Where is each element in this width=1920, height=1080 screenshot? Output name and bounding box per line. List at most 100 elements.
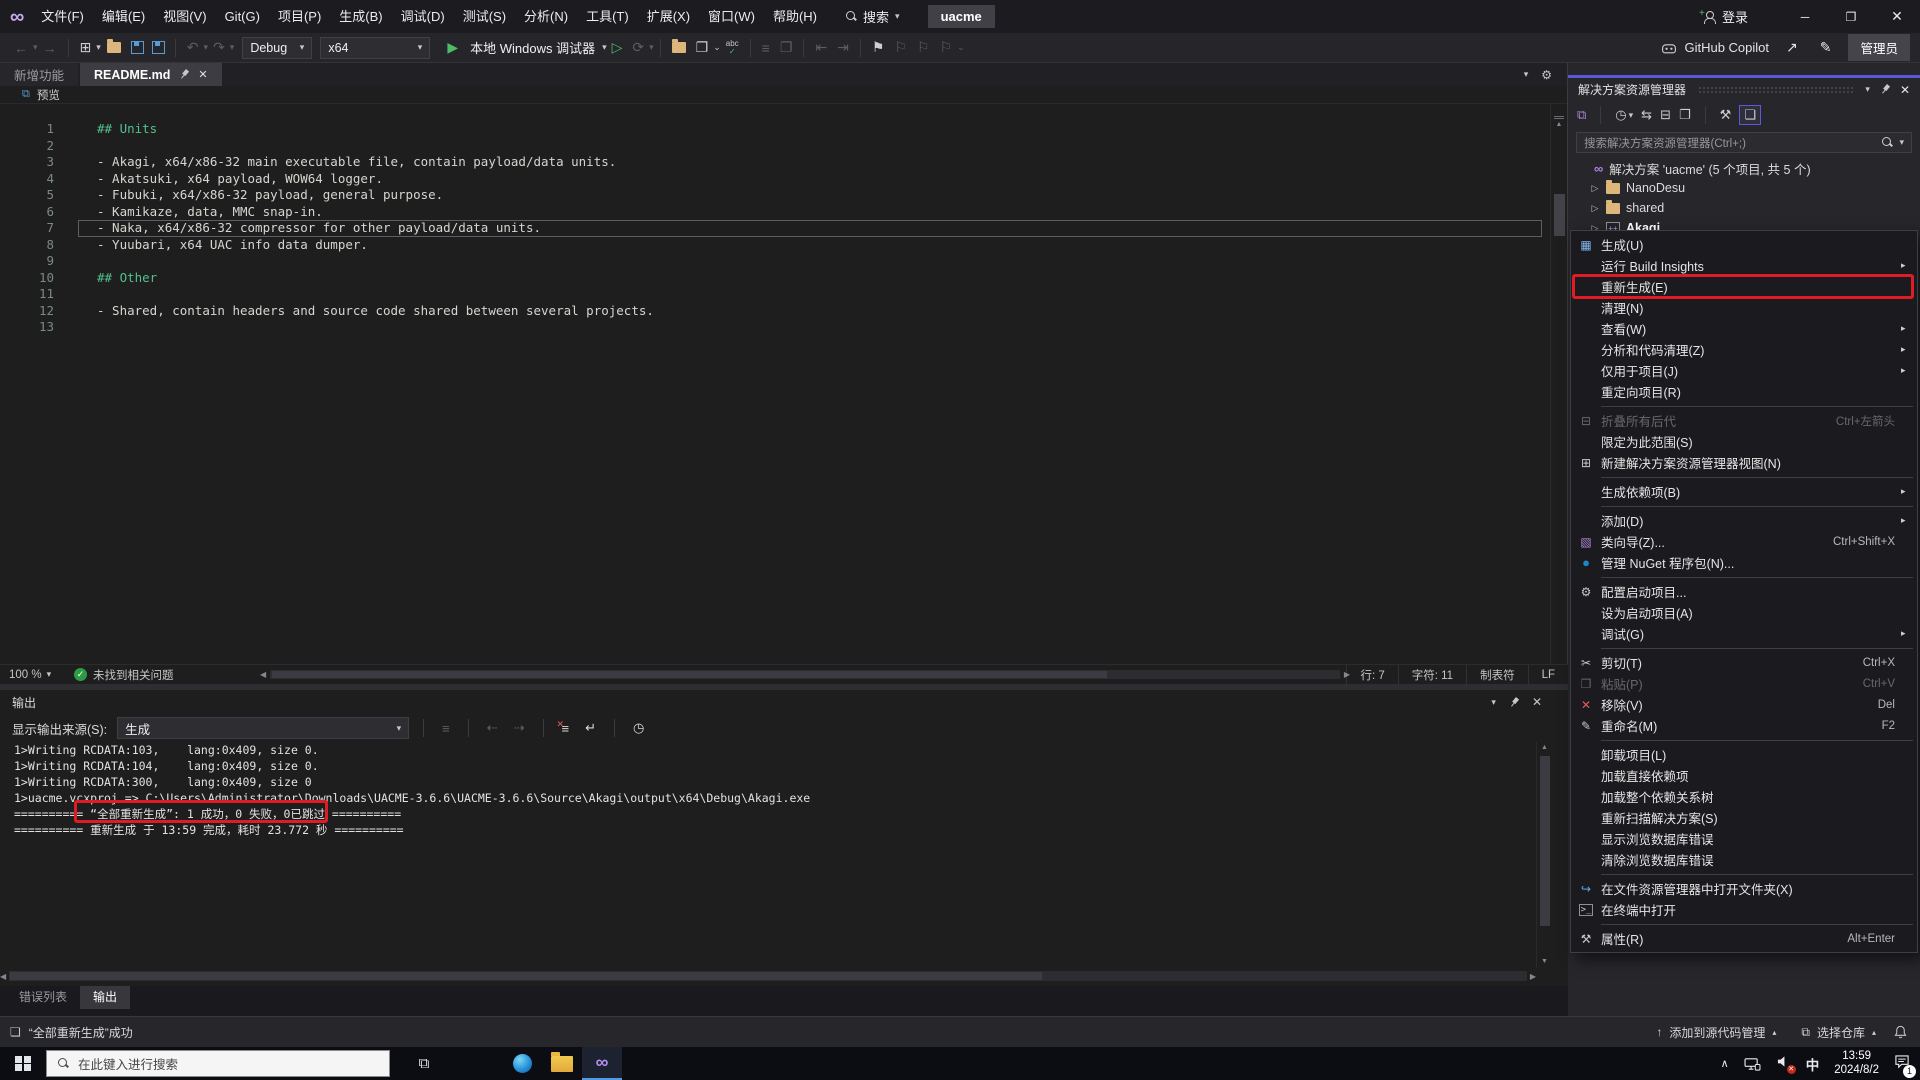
document-options-gear-icon[interactable]: ⚙ — [1541, 68, 1552, 82]
menu-item[interactable]: 调试(D) — [392, 0, 454, 33]
menu-item[interactable]: 窗口(W) — [699, 0, 764, 33]
context-menu-item[interactable]: 重新生成(E) — [1571, 274, 1917, 299]
context-menu-item[interactable]: 加载直接依赖项 — [1571, 765, 1917, 786]
context-menu-item[interactable]: ✎ 重命名(M) F2 — [1571, 715, 1917, 736]
context-menu-item[interactable]: ⊞ 新建解决方案资源管理器视图(N) — [1571, 452, 1917, 473]
code-line[interactable]: 11 — [0, 286, 1550, 303]
next-message-icon[interactable]: ⇢ — [514, 720, 525, 736]
menu-item[interactable]: 工具(T) — [577, 0, 638, 33]
find-in-files-icon[interactable] — [671, 39, 686, 53]
menu-item[interactable]: Git(G) — [216, 0, 269, 33]
menu-item[interactable]: 项目(P) — [269, 0, 330, 33]
sync-with-active-document-icon[interactable]: ⇆ — [1641, 107, 1652, 123]
copy-view-icon[interactable]: ❐ — [1679, 107, 1691, 123]
context-menu-item[interactable]: 分析和代码清理(Z) ▸ — [1571, 339, 1917, 360]
restore-button[interactable]: ❐ — [1828, 0, 1874, 33]
previous-message-icon[interactable]: ⇠ — [487, 720, 498, 736]
scrollbar-thumb[interactable] — [1540, 756, 1550, 926]
menu-item[interactable]: 文件(F) — [32, 0, 93, 33]
code-line[interactable]: 7 - Naka, x64/x86-32 compressor for other… — [0, 220, 1550, 237]
context-menu-item[interactable]: 查看(W) ▸ — [1571, 318, 1917, 339]
output-source-dropdown[interactable]: 生成 ▾ — [117, 717, 410, 739]
clear-all-icon[interactable]: ≡ ✕ — [557, 719, 570, 736]
share-icon[interactable]: ↗ — [1786, 39, 1798, 56]
context-menu-item[interactable]: 重新扫描解决方案(S) — [1571, 807, 1917, 828]
scroll-up-icon[interactable]: ▲ — [1551, 119, 1567, 131]
next-bookmark-icon[interactable]: ⚐ — [917, 39, 930, 56]
spell-checker-icon[interactable]: abc ✓ — [726, 39, 739, 56]
document-health-indicator[interactable]: ✓ 未找到相关问题 — [74, 667, 174, 683]
hot-reload-dropdown-icon[interactable]: ▾ — [649, 42, 654, 53]
sign-in-button[interactable]: + 登录 — [1699, 7, 1748, 26]
tabs-indicator[interactable]: 制表符 — [1466, 665, 1528, 684]
line-indicator[interactable]: 行: 7 — [1346, 665, 1397, 684]
properties-wrench-icon[interactable]: ⚒ — [1720, 107, 1732, 123]
pin-icon[interactable] — [1507, 695, 1522, 710]
github-copilot-button[interactable]: GitHub Copilot — [1661, 40, 1769, 55]
chevron-right-icon[interactable]: ▷ — [1590, 183, 1600, 194]
context-menu-item[interactable]: 卸载项目(L) — [1571, 744, 1917, 765]
pin-icon[interactable] — [1878, 82, 1893, 97]
scroll-right-icon[interactable]: ▶ — [1344, 670, 1350, 679]
pin-icon[interactable] — [177, 67, 192, 82]
tray-expand-icon[interactable]: ∧ — [1721, 1057, 1729, 1070]
window-layout-dropdown-icon[interactable]: ⌄ — [713, 42, 721, 53]
tree-item[interactable]: ▷ shared — [1568, 198, 1920, 218]
navigate-back-icon[interactable]: ← — [14, 40, 28, 56]
redo-icon[interactable]: ↷ — [213, 39, 225, 56]
taskbar-clock[interactable]: 13:59 2024/8/2 — [1834, 1050, 1879, 1077]
code-line[interactable]: 10 ## Other — [0, 270, 1550, 287]
context-menu-item[interactable]: ⚙ 配置启动项目... — [1571, 581, 1917, 602]
action-center-button[interactable]: 1 — [1894, 1054, 1916, 1078]
code-line[interactable]: 6 - Kamikaze, data, MMC snap-in. — [0, 204, 1550, 221]
start-button[interactable] — [0, 1047, 46, 1080]
title-search-button[interactable]: 搜索 ▾ — [846, 7, 900, 26]
char-indicator[interactable]: 字符: 11 — [1397, 665, 1466, 684]
increase-indent-icon[interactable]: ⇥ — [837, 39, 849, 56]
menu-item[interactable]: 扩展(X) — [638, 0, 699, 33]
window-layout-icon[interactable]: ❐ — [696, 39, 709, 56]
tree-item[interactable]: ∞ 解决方案 'uacme' (5 个项目, 共 5 个) — [1568, 158, 1920, 178]
context-menu-item[interactable]: 生成依赖项(B) ▸ — [1571, 481, 1917, 502]
context-menu-item[interactable]: 重定向项目(R) — [1571, 381, 1917, 402]
context-menu-item[interactable]: 限定为此范围(S) — [1571, 431, 1917, 452]
copy-icon[interactable]: ❐ — [780, 39, 793, 56]
tab-output[interactable]: 输出 — [80, 986, 131, 1009]
comment-icon[interactable]: ≡ — [762, 40, 770, 56]
undo-icon[interactable]: ↶ — [187, 39, 199, 56]
scrollbar-thumb[interactable] — [10, 972, 1043, 980]
tab-error-list[interactable]: 错误列表 — [6, 986, 80, 1009]
solution-explorer-search[interactable]: 搜索解决方案资源管理器(Ctrl+;) ▾ — [1576, 132, 1912, 153]
start-debugging-button[interactable]: ▶ 本地 Windows 调试器 ▾ — [442, 38, 606, 57]
previous-bookmark-icon[interactable]: ⚐ — [894, 39, 907, 56]
context-menu-item[interactable]: 运行 Build Insights ▸ — [1571, 255, 1917, 276]
solution-name-chip[interactable]: uacme — [927, 5, 995, 28]
preview-button[interactable]: 预览 — [37, 87, 60, 103]
zoom-level-dropdown[interactable]: 100 % ▾ — [0, 669, 60, 681]
solution-explorer-header[interactable]: 解决方案资源管理器 ▾ ✕ — [1568, 78, 1920, 101]
back-dropdown-icon[interactable]: ▾ — [33, 42, 38, 53]
scroll-right-icon[interactable]: ▶ — [1530, 972, 1536, 981]
split-editor-handle[interactable] — [1554, 106, 1564, 119]
open-file-icon[interactable] — [106, 39, 121, 53]
word-wrap-icon[interactable]: ↵ — [585, 720, 596, 736]
new-project-icon[interactable]: ⊞ — [80, 39, 92, 56]
visual-studio-taskbar-button[interactable]: ∞ — [582, 1047, 622, 1080]
edge-browser-button[interactable] — [502, 1047, 542, 1080]
window-position-dropdown-icon[interactable]: ▾ — [1865, 84, 1870, 95]
code-line[interactable]: 8 - Yuubari, x64 UAC info data dumper. — [0, 237, 1550, 254]
pending-changes-filter-icon[interactable]: ◷ ▾ — [1615, 107, 1633, 123]
context-menu-item[interactable]: 清理(N) — [1571, 297, 1917, 318]
context-menu-item[interactable]: ▦ 生成(U) — [1571, 234, 1917, 255]
code-line[interactable]: 3 - Akagi, x64/x86-32 main executable fil… — [0, 154, 1550, 171]
scrollbar-thumb[interactable] — [1554, 194, 1565, 236]
context-menu-item[interactable]: ✕ 移除(V) Del — [1571, 694, 1917, 715]
solution-platform-dropdown[interactable]: x64 ▾ — [320, 36, 431, 59]
context-menu-item[interactable]: 调试(G) ▸ — [1571, 623, 1917, 644]
new-project-dropdown-icon[interactable]: ▾ — [96, 42, 101, 53]
context-menu-item[interactable]: ✂ 剪切(T) Ctrl+X — [1571, 652, 1917, 673]
window-position-dropdown-icon[interactable]: ▾ — [1491, 697, 1496, 708]
ime-indicator[interactable]: 中 — [1806, 1054, 1820, 1074]
scrollbar-thumb[interactable] — [272, 671, 1107, 678]
code-line[interactable]: 12 - Shared, contain headers and source c… — [0, 303, 1550, 320]
